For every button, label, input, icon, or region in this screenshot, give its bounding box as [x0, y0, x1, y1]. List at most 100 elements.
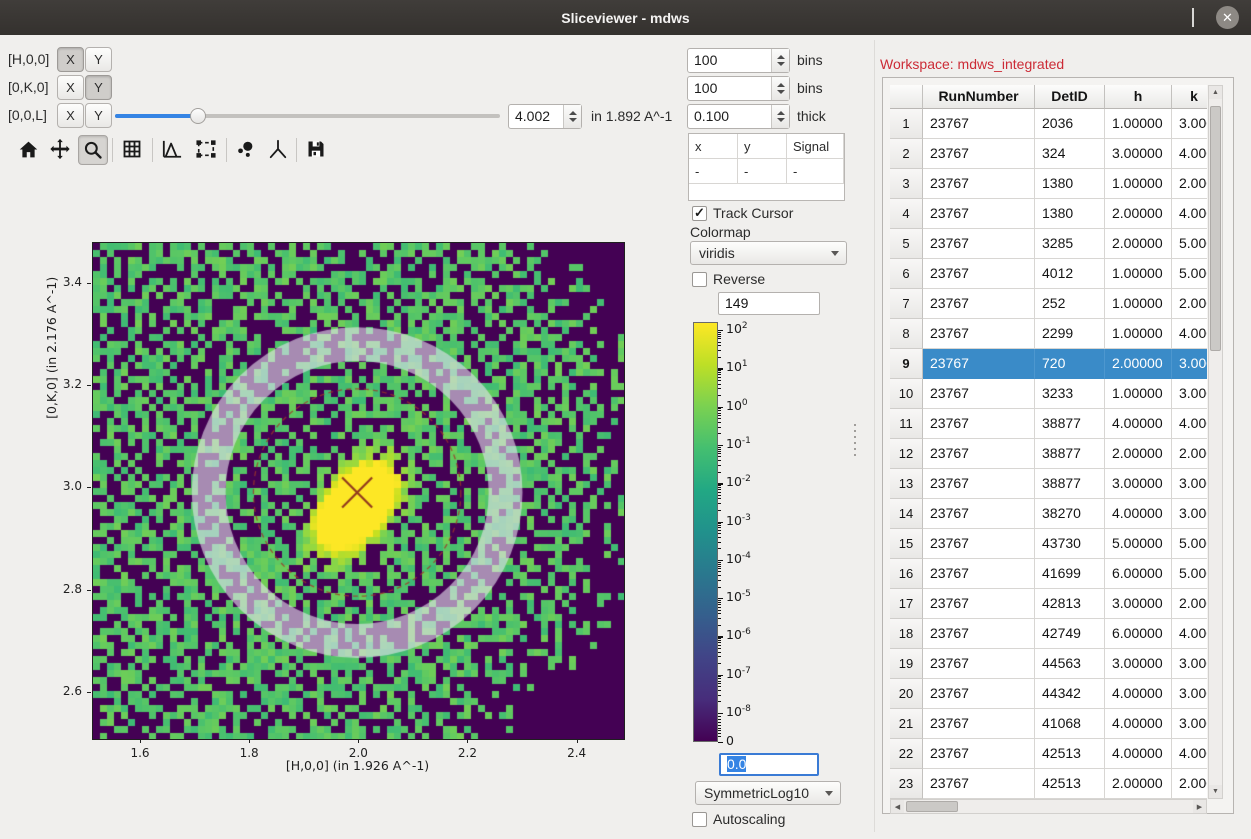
home-button[interactable]	[14, 135, 42, 163]
peaks-horizontal-scrollbar[interactable]: ◀ ▶	[890, 799, 1207, 814]
row-number-cell[interactable]: 12	[890, 439, 923, 469]
slider-handle[interactable]	[190, 108, 206, 124]
peaks-table-cell[interactable]: 3.00000	[1172, 109, 1207, 139]
row-number-cell[interactable]: 8	[890, 319, 923, 349]
peaks-table-cell[interactable]: 42749	[1035, 619, 1105, 649]
y-bins-spinbox[interactable]: 100	[687, 76, 790, 101]
peaks-table-cell[interactable]: 4.00000	[1172, 409, 1207, 439]
row-number-cell[interactable]: 23	[890, 769, 923, 799]
peaks-table-cell[interactable]: 720	[1035, 349, 1105, 379]
row-number-cell[interactable]: 21	[890, 709, 923, 739]
scroll-right-icon[interactable]: ▶	[1193, 800, 1206, 813]
peaks-table-cell[interactable]: 4.00000	[1105, 409, 1172, 439]
row-number-cell[interactable]: 7	[890, 289, 923, 319]
slice-plot[interactable]	[92, 242, 625, 740]
colorbar[interactable]	[693, 322, 718, 742]
peaks-table-cell[interactable]: 2.00000	[1172, 769, 1207, 799]
peaks-table-row[interactable]: 9237677202.000003.00000	[890, 349, 1207, 379]
norm-dropdown[interactable]: SymmetricLog10	[695, 781, 841, 805]
peaks-table-cell[interactable]: 2.00000	[1105, 349, 1172, 379]
peaks-table-row[interactable]: 2237673243.000004.00000	[890, 139, 1207, 169]
peaks-table-cell[interactable]: 38270	[1035, 499, 1105, 529]
peaks-table-cell[interactable]: 23767	[923, 439, 1035, 469]
peaks-table-cell[interactable]: 3285	[1035, 229, 1105, 259]
peaks-table-cell[interactable]: 23767	[923, 109, 1035, 139]
save-button[interactable]	[302, 135, 330, 163]
row-number-cell[interactable]: 14	[890, 499, 923, 529]
peaks-table-cell[interactable]: 23767	[923, 709, 1035, 739]
dim-00l-y-button[interactable]: Y	[85, 103, 112, 128]
peaks-table-cell[interactable]: 23767	[923, 529, 1035, 559]
peaks-table-cell[interactable]: 23767	[923, 469, 1035, 499]
peaks-table-cell[interactable]: 3.00000	[1172, 349, 1207, 379]
slice-value-spinbox[interactable]: 4.002	[508, 104, 582, 129]
peaks-table-cell[interactable]: 23767	[923, 139, 1035, 169]
peaks-table-row[interactable]: 1223767388772.000002.00000	[890, 439, 1207, 469]
peaks-table-row[interactable]: 2023767443424.000003.00000	[890, 679, 1207, 709]
peaks-table-row[interactable]: 1123767388774.000004.00000	[890, 409, 1207, 439]
dim-0k0-x-button[interactable]: X	[57, 75, 84, 100]
row-number-cell[interactable]: 11	[890, 409, 923, 439]
peaks-table-cell[interactable]: 2.00000	[1172, 439, 1207, 469]
peaks-table-cell[interactable]: 324	[1035, 139, 1105, 169]
peaks-table-row[interactable]: 12376720361.000003.00000	[890, 109, 1207, 139]
pan-button[interactable]	[46, 135, 74, 163]
spin-arrows[interactable]	[771, 105, 789, 128]
row-number-cell[interactable]: 5	[890, 229, 923, 259]
row-number-cell[interactable]: 10	[890, 379, 923, 409]
region-button[interactable]	[192, 135, 220, 163]
peaks-table-row[interactable]: 1323767388773.000003.00000	[890, 469, 1207, 499]
peaks-table-cell[interactable]: 4.00000	[1172, 319, 1207, 349]
scroll-down-icon[interactable]: ▼	[1209, 785, 1222, 798]
peaks-table-cell[interactable]: 5.00000	[1172, 559, 1207, 589]
peaks-table-cell[interactable]: 3.00000	[1172, 499, 1207, 529]
titlebar[interactable]: Sliceviewer - mdws ✕	[0, 0, 1251, 35]
peaks-table-cell[interactable]: 3233	[1035, 379, 1105, 409]
peaks-table-cell[interactable]: 3.00000	[1172, 649, 1207, 679]
peaks-table-cell[interactable]: 4.00000	[1105, 739, 1172, 769]
peaks-table-cell[interactable]: 23767	[923, 289, 1035, 319]
peaks-table-cell[interactable]: 38877	[1035, 439, 1105, 469]
peaks-table-row[interactable]: 32376713801.000002.00000	[890, 169, 1207, 199]
row-number-cell[interactable]: 18	[890, 619, 923, 649]
peaks-table-cell[interactable]: 5.00000	[1172, 259, 1207, 289]
peaks-table-cell[interactable]: 23767	[923, 559, 1035, 589]
dim-00l-x-button[interactable]: X	[57, 103, 84, 128]
peaks-table-cell[interactable]: 23767	[923, 409, 1035, 439]
peaks-table-row[interactable]: 2223767425134.000004.00000	[890, 739, 1207, 769]
maximize-button[interactable]	[1192, 9, 1194, 27]
peaks-table-cell[interactable]: 2.00000	[1105, 229, 1172, 259]
peaks-table-cell[interactable]: 4.00000	[1172, 619, 1207, 649]
peaks-table-cell[interactable]: 2299	[1035, 319, 1105, 349]
nonorthogonal-axes-button[interactable]	[264, 135, 292, 163]
peaks-table-cell[interactable]: 4.00000	[1172, 739, 1207, 769]
scale-max-input[interactable]: 149	[718, 292, 820, 315]
peaks-table-cell[interactable]: 3.00000	[1105, 589, 1172, 619]
peaks-table-row[interactable]: 2123767410684.000003.00000	[890, 709, 1207, 739]
peaks-table-cell[interactable]: 38877	[1035, 409, 1105, 439]
peaks-table-cell[interactable]: 23767	[923, 259, 1035, 289]
peaks-table-cell[interactable]: 41699	[1035, 559, 1105, 589]
peaks-table-cell[interactable]: 252	[1035, 289, 1105, 319]
peaks-table-cell[interactable]: 5.00000	[1172, 229, 1207, 259]
peaks-table-cell[interactable]: 1.00000	[1105, 289, 1172, 319]
peaks-table-cell[interactable]: 23767	[923, 769, 1035, 799]
peaks-table-cell[interactable]: 42813	[1035, 589, 1105, 619]
row-number-cell[interactable]: 6	[890, 259, 923, 289]
row-number-cell[interactable]: 1	[890, 109, 923, 139]
line-cuts-button[interactable]	[158, 135, 186, 163]
peaks-table-cell[interactable]: 2.00000	[1105, 769, 1172, 799]
row-number-cell[interactable]: 16	[890, 559, 923, 589]
peaks-table-cell[interactable]: 4012	[1035, 259, 1105, 289]
peaks-table-cell[interactable]: 3.00000	[1172, 379, 1207, 409]
slice-heatmap-canvas[interactable]	[93, 243, 624, 739]
track-cursor-checkbox[interactable]: ✓ Track Cursor	[692, 205, 793, 221]
peaks-table-cell[interactable]: 1.00000	[1105, 109, 1172, 139]
peaks-table-cell[interactable]: 6.00000	[1105, 619, 1172, 649]
peaks-table-row[interactable]: 62376740121.000005.00000	[890, 259, 1207, 289]
peaks-table-row[interactable]: 1723767428133.000002.00000	[890, 589, 1207, 619]
dim-h00-y-button[interactable]: Y	[85, 47, 112, 72]
peaks-table-cell[interactable]: 23767	[923, 319, 1035, 349]
peaks-table-row[interactable]: 1623767416996.000005.00000	[890, 559, 1207, 589]
peaks-table[interactable]: RunNumberDetIDhk12376720361.000003.00000…	[890, 85, 1207, 799]
